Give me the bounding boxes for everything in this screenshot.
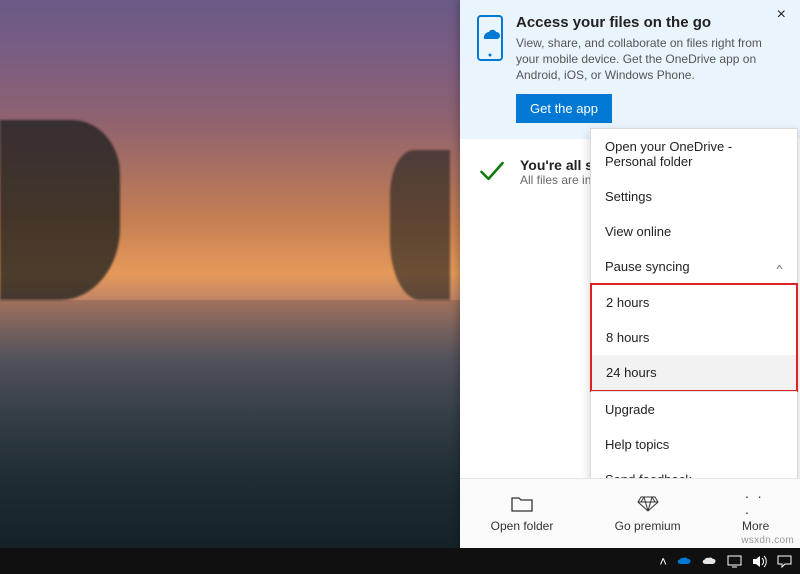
more-label: More xyxy=(742,519,769,533)
menu-pause-syncing[interactable]: Pause syncing ˄ xyxy=(591,249,797,284)
tray-action-center-icon[interactable] xyxy=(777,555,792,568)
checkmark-icon xyxy=(478,157,506,185)
more-icon: · · · xyxy=(745,495,767,513)
onedrive-context-menu: Open your OneDrive - Personal folder Set… xyxy=(590,128,798,533)
menu-view-online[interactable]: View online xyxy=(591,214,797,249)
close-icon[interactable]: × xyxy=(771,4,792,26)
tray-onedrive-blue-icon[interactable] xyxy=(677,556,692,566)
get-the-app-button[interactable]: Get the app xyxy=(516,94,612,123)
open-folder-label: Open folder xyxy=(491,519,554,533)
more-button[interactable]: · · · More xyxy=(732,489,779,539)
tray-chevron-icon[interactable]: ˄ xyxy=(659,554,667,569)
go-premium-label: Go premium xyxy=(615,519,681,533)
promo-text-block: Access your files on the go View, share,… xyxy=(516,14,784,123)
pause-duration-submenu: 2 hours 8 hours 24 hours xyxy=(590,283,798,392)
open-folder-button[interactable]: Open folder xyxy=(481,489,564,539)
menu-settings[interactable]: Settings xyxy=(591,179,797,214)
pause-24-hours[interactable]: 24 hours xyxy=(592,355,796,390)
tray-volume-icon[interactable] xyxy=(752,555,767,568)
tray-onedrive-white-icon[interactable] xyxy=(702,556,717,566)
phone-onedrive-icon xyxy=(476,14,504,62)
onedrive-flyout: × Access your files on the go View, shar… xyxy=(460,0,800,548)
taskbar: ˄ xyxy=(0,548,800,574)
tray-display-icon[interactable] xyxy=(727,555,742,568)
watermark-text: wsxdn.com xyxy=(741,535,794,546)
diamond-icon xyxy=(637,495,659,513)
promo-description: View, share, and collaborate on files ri… xyxy=(516,35,784,84)
menu-open-personal-folder[interactable]: Open your OneDrive - Personal folder xyxy=(591,129,797,179)
pause-2-hours[interactable]: 2 hours xyxy=(592,285,796,320)
go-premium-button[interactable]: Go premium xyxy=(605,489,691,539)
wallpaper-trees-left xyxy=(0,120,120,300)
promo-banner: × Access your files on the go View, shar… xyxy=(460,0,800,139)
menu-help-topics[interactable]: Help topics xyxy=(591,427,797,462)
chevron-up-icon: ˄ xyxy=(776,262,783,272)
pause-8-hours[interactable]: 8 hours xyxy=(592,320,796,355)
folder-icon xyxy=(511,495,533,513)
menu-upgrade[interactable]: Upgrade xyxy=(591,392,797,427)
promo-title: Access your files on the go xyxy=(516,14,784,31)
wallpaper-trees-right xyxy=(390,150,450,300)
